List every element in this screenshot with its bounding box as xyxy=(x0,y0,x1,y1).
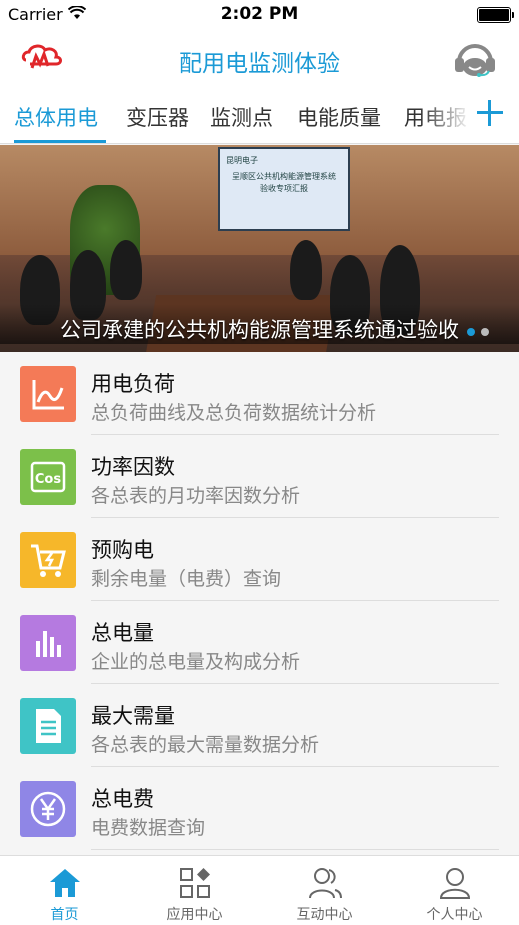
list-item-title: 总电量 xyxy=(91,621,154,645)
battery-icon xyxy=(477,7,514,23)
list-item-max-demand[interactable]: 最大需量 各总表的最大需量数据分析 xyxy=(0,684,519,767)
screen-text-3: 验收专项汇报 xyxy=(260,184,308,193)
list-item-title: 用电负荷 xyxy=(91,372,175,396)
banner-caption: 公司承建的公共机构能源管理系统通过验收 xyxy=(0,304,519,344)
list-item-load[interactable]: 用电负荷 总负荷曲线及总负荷数据统计分析 xyxy=(0,352,519,435)
bar-chart-icon xyxy=(20,615,76,671)
list-item-total-energy[interactable]: 总电量 企业的总电量及构成分析 xyxy=(0,601,519,684)
list-item-subtitle: 各总表的最大需量数据分析 xyxy=(91,734,320,756)
banner-person xyxy=(110,240,142,300)
banner-pager xyxy=(461,321,489,340)
tab-transformer[interactable]: 变压器 xyxy=(126,102,189,132)
tab-label: 应用中心 xyxy=(166,907,223,923)
people-icon xyxy=(309,868,342,899)
customer-service-icon[interactable] xyxy=(453,40,497,78)
list-item-subtitle: 企业的总电量及构成分析 xyxy=(91,651,301,673)
list-item-subtitle: 电费数据查询 xyxy=(91,817,206,839)
divider xyxy=(91,849,499,850)
document-icon xyxy=(20,698,76,754)
list-item-prepaid[interactable]: 预购电 剩余电量（电费）查询 xyxy=(0,518,519,601)
cart-bolt-icon xyxy=(20,532,76,588)
banner-projection-screen: 昆明电子 呈顺区公共机构能源管理系统 验收专项汇报 xyxy=(218,147,350,231)
list-item-title: 总电费 xyxy=(91,787,154,811)
screen-text-1: 昆明电子 xyxy=(226,156,258,165)
bottom-tab-bar: 首页 应用中心 互动中心 个人中心 xyxy=(0,855,519,925)
tab-label: 互动中心 xyxy=(296,907,353,923)
cos-icon: Cos xyxy=(20,449,76,505)
person-icon xyxy=(439,868,471,899)
active-tab-indicator xyxy=(14,140,106,143)
tab-power-quality[interactable]: 电能质量 xyxy=(297,102,381,132)
svg-text:Cos: Cos xyxy=(35,472,61,487)
list-item-title: 预购电 xyxy=(91,538,154,562)
pager-dot-active[interactable] xyxy=(467,328,475,336)
list-item-title: 最大需量 xyxy=(91,704,175,728)
list-item-subtitle: 剩余电量（电费）查询 xyxy=(91,568,282,590)
list-item-subtitle: 总负荷曲线及总负荷数据统计分析 xyxy=(91,402,377,424)
tab-overall-usage[interactable]: 总体用电 xyxy=(14,102,98,132)
tab-label: 首页 xyxy=(50,907,79,923)
news-banner[interactable]: 昆明电子 呈顺区公共机构能源管理系统 验收专项汇报 公司承建的公共机构能源管理系… xyxy=(0,145,519,352)
clock: 2:02 PM xyxy=(220,4,299,24)
page-title: 配用电监测体验 xyxy=(179,51,340,77)
screen-text-2: 呈顺区公共机构能源管理系统 xyxy=(232,172,336,181)
home-icon xyxy=(50,869,80,897)
app-header: 配用电监测体验 xyxy=(0,30,519,88)
banner-person xyxy=(290,240,322,300)
apps-icon xyxy=(180,868,210,898)
category-tabs: 总体用电 变压器 监测点 电能质量 用电报 xyxy=(0,88,519,144)
list-item-subtitle: 各总表的月功率因数分析 xyxy=(91,485,301,507)
tab-monitor-point[interactable]: 监测点 xyxy=(210,102,273,132)
feature-list: 用电负荷 总负荷曲线及总负荷数据统计分析 Cos 功率因数 各总表的月功率因数分… xyxy=(0,352,519,850)
add-tab-icon[interactable] xyxy=(475,98,505,128)
list-item-title: 功率因数 xyxy=(91,455,175,479)
tab-apps[interactable]: 应用中心 xyxy=(130,856,259,925)
list-item-power-factor[interactable]: Cos 功率因数 各总表的月功率因数分析 xyxy=(0,435,519,518)
tab-home[interactable]: 首页 xyxy=(0,856,129,925)
yen-icon xyxy=(20,781,76,837)
pager-dot[interactable] xyxy=(481,328,489,336)
tab-interaction[interactable]: 互动中心 xyxy=(260,856,389,925)
tab-label: 个人中心 xyxy=(426,907,483,923)
line-chart-icon xyxy=(20,366,76,422)
tab-fade xyxy=(421,88,471,143)
tab-profile[interactable]: 个人中心 xyxy=(390,856,519,925)
list-item-total-cost[interactable]: 总电费 电费数据查询 xyxy=(0,767,519,850)
status-bar: Carrier 2:02 PM xyxy=(0,0,519,30)
